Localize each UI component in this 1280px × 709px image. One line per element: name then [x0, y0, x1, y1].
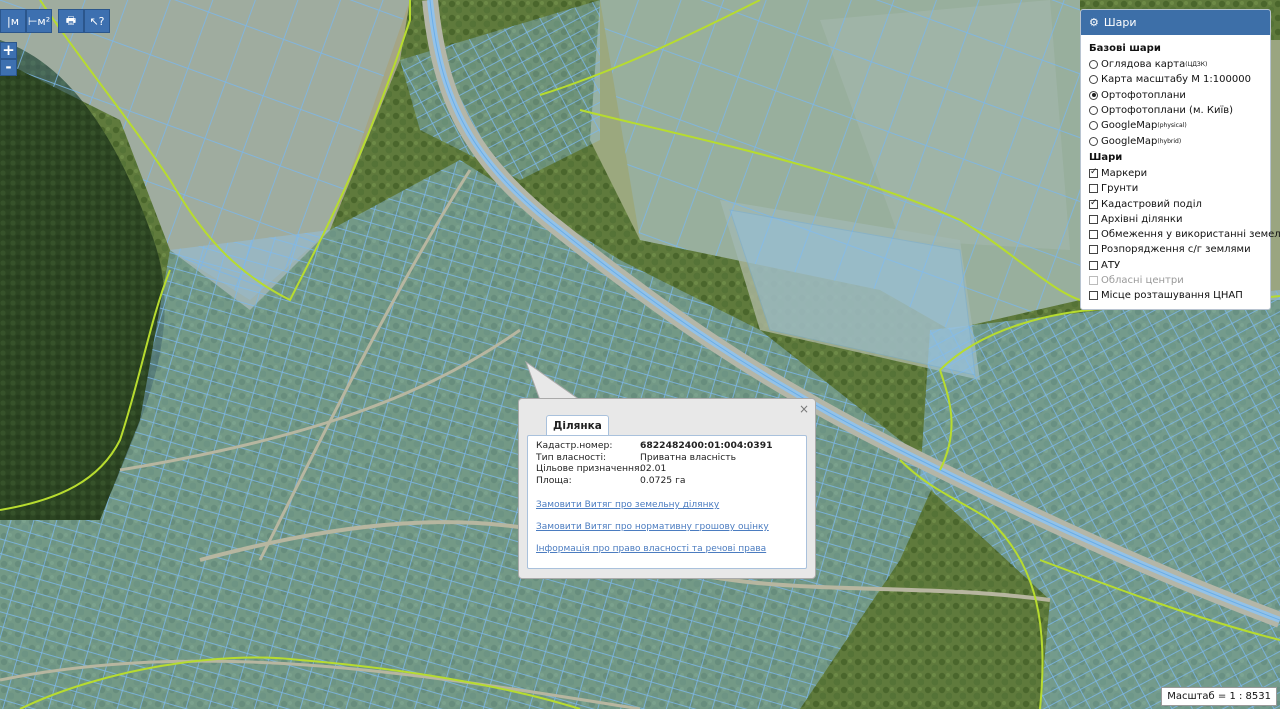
checkbox[interactable] — [1089, 214, 1098, 224]
map-canvas[interactable]: |м ⊢м² 🖶 ↖? + - ⚙ Шари Базові шари Огляд… — [0, 0, 1280, 709]
identify-button[interactable]: ↖? — [84, 9, 110, 33]
overlay-layer-label: Грунти — [1101, 183, 1139, 195]
overlay-layer-option[interactable]: Кадастровий поділ — [1089, 196, 1262, 211]
layers-panel: ⚙ Шари Базові шари Оглядова карта (ЦДЗК)… — [1080, 9, 1280, 310]
base-layer-option[interactable]: GoogleMap (physical) — [1089, 118, 1262, 133]
popup-link[interactable]: Замовити Витяг про земельну ділянку — [536, 500, 798, 510]
radio-button[interactable] — [1089, 90, 1098, 100]
overlay-layer-option[interactable]: Розпорядження с/г землями — [1089, 242, 1262, 257]
measure-length-button[interactable]: |м — [0, 9, 26, 33]
base-layer-sup: (physical) — [1157, 122, 1187, 130]
overlay-layers-list: Маркери Грунти Кадастровий поділ Архівні ді… — [1089, 166, 1280, 304]
base-layer-label: Ортофотоплани — [1101, 89, 1186, 101]
info-key: Кадастр.номер: — [536, 440, 613, 451]
overlay-layer-label: Обласні центри — [1101, 275, 1184, 286]
info-value: 6822482400:01:004:0391 — [640, 440, 773, 451]
base-layer-label: GoogleMap — [1101, 135, 1158, 147]
parcel-links: Замовити Витяг про земельну ділянку Замов… — [536, 500, 798, 554]
info-key: Площа: — [536, 474, 572, 486]
measure-area-button[interactable]: ⊢м² — [26, 9, 52, 33]
base-layer-option[interactable]: Ортофотоплани — [1089, 88, 1262, 103]
zoom-control: + - — [0, 42, 17, 76]
base-layer-option[interactable]: GoogleMap (hybrid) — [1089, 133, 1262, 148]
parcel-info-rows: Кадастр.номер: 6822482400:01:004:0391 Тип … — [536, 440, 798, 486]
parcel-info: Кадастр.номер: 6822482400:01:004:0391 Тип … — [527, 435, 807, 569]
info-key: Цільове призначення: — [536, 463, 643, 474]
map-toolbar: |м ⊢м² 🖶 ↖? — [0, 9, 110, 33]
print-button[interactable]: 🖶 — [58, 9, 84, 33]
base-layer-sup: (hybrid) — [1157, 137, 1182, 145]
info-value: Приватна власність — [640, 451, 737, 463]
overlay-layer-label: Маркери — [1101, 167, 1148, 179]
overlay-layer-option: Обласні центри — [1089, 273, 1262, 288]
overlay-layer-option[interactable]: Грунти — [1089, 181, 1262, 196]
base-layer-label: Карта масштабу М 1:100000 — [1101, 74, 1251, 86]
base-layers-title: Базові шари — [1089, 43, 1161, 54]
checkbox[interactable] — [1089, 230, 1098, 240]
zoom-in-button[interactable]: + — [0, 42, 17, 59]
checkbox[interactable] — [1089, 260, 1098, 270]
radio-button[interactable] — [1089, 60, 1098, 70]
overlay-layer-label: Обмеження у використанні земель — [1101, 229, 1280, 241]
checkbox[interactable] — [1089, 198, 1098, 209]
base-layers-list: Оглядова карта (ЦДЗК) Карта масштабу М 1:… — [1089, 57, 1262, 149]
checkbox[interactable] — [1089, 167, 1098, 178]
tab-parcel[interactable]: Ділянка — [546, 415, 609, 436]
popup-link[interactable]: Інформація про право власності та речові… — [536, 544, 798, 554]
pointer-question-icon: ↖? — [89, 14, 105, 28]
overlay-layer-label: Місце розташування ЦНАП — [1101, 290, 1243, 302]
info-row: Тип власності: Приватна власність — [536, 452, 798, 464]
base-layer-option[interactable]: Ортофотоплани (м. Київ) — [1089, 103, 1262, 118]
layers-panel-body: Базові шари Оглядова карта (ЦДЗК) Карта м… — [1081, 35, 1280, 308]
overlay-layer-label: Розпорядження с/г землями — [1101, 244, 1251, 256]
info-row: Кадастр.номер: 6822482400:01:004:0391 — [536, 440, 798, 452]
base-layer-label: Ортофотоплани (м. Київ) — [1101, 105, 1234, 117]
radio-button[interactable] — [1089, 121, 1098, 131]
scale-readout: Масштаб = 1 : 8531 — [1161, 687, 1277, 706]
base-layer-label: GoogleMap — [1101, 120, 1158, 132]
radio-button[interactable] — [1089, 106, 1098, 116]
info-row: Площа: 0.0725 га — [536, 475, 798, 487]
checkbox[interactable] — [1089, 245, 1098, 255]
parcel-popup: × Ділянка Кадастр.номер: 6822482400:01:00… — [518, 398, 816, 579]
layers-panel-header[interactable]: ⚙ Шари — [1081, 10, 1270, 35]
overlay-layer-option[interactable]: Маркери — [1089, 166, 1262, 181]
gear-icon: ⚙ — [1089, 16, 1099, 29]
overlay-layer-label: АТУ — [1101, 259, 1121, 271]
radio-button[interactable] — [1089, 136, 1098, 146]
info-key: Тип власності: — [536, 451, 607, 463]
overlay-layer-option[interactable]: Обмеження у використанні земель — [1089, 227, 1280, 242]
radio-button[interactable] — [1089, 75, 1098, 85]
checkbox[interactable] — [1089, 291, 1098, 301]
overlay-layer-option[interactable]: Архівні ділянки — [1089, 212, 1262, 227]
overlay-layer-option[interactable]: АТУ — [1089, 258, 1262, 273]
info-value: 0.0725 га — [640, 474, 686, 486]
base-layer-option[interactable]: Карта масштабу М 1:100000 — [1089, 72, 1262, 87]
base-layer-label: Оглядова карта — [1101, 59, 1186, 71]
checkbox[interactable] — [1089, 184, 1098, 194]
layers-panel-title: Шари — [1103, 16, 1137, 29]
overlay-layer-label: Архівні ділянки — [1101, 213, 1183, 225]
overlay-layer-option[interactable]: Місце розташування ЦНАП — [1089, 288, 1262, 303]
close-icon[interactable]: × — [799, 402, 809, 416]
overlay-layers-title: Шари — [1089, 151, 1123, 163]
checkbox — [1089, 276, 1098, 285]
info-value: 02.01 — [640, 463, 667, 474]
base-layer-sup: (ЦДЗК) — [1185, 61, 1208, 69]
info-row: Цільове призначення: 02.01 — [536, 463, 798, 475]
overlay-layer-label: Кадастровий поділ — [1101, 198, 1202, 210]
printer-icon: 🖶 — [65, 13, 77, 27]
popup-link[interactable]: Замовити Витяг про нормативну грошову оц… — [536, 522, 798, 532]
zoom-out-button[interactable]: - — [0, 59, 17, 76]
base-layer-option[interactable]: Оглядова карта (ЦДЗК) — [1089, 57, 1262, 72]
